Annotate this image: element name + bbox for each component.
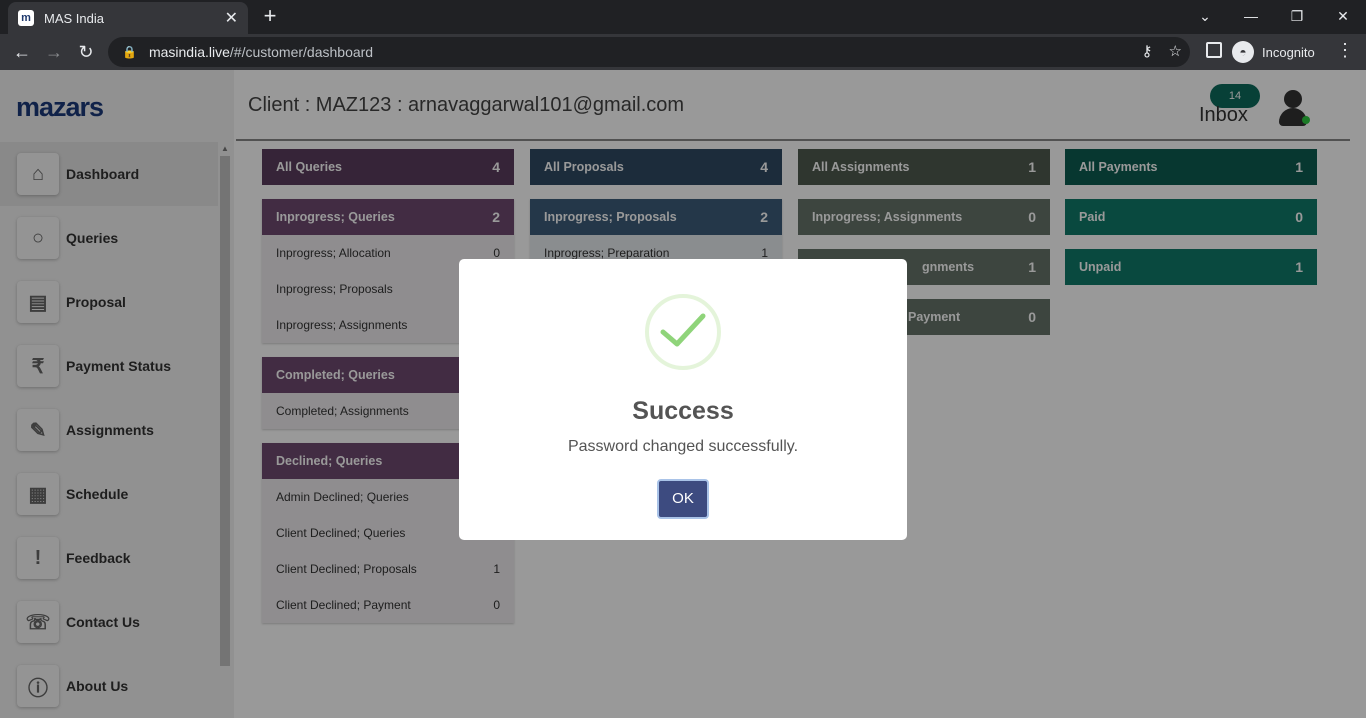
url-host: masindia.live bbox=[148, 44, 230, 60]
key-icon[interactable]: ⚷ bbox=[1142, 42, 1153, 60]
url-path: /#/customer/dashboard bbox=[229, 44, 374, 60]
minimize-icon[interactable]: — bbox=[1236, 4, 1266, 28]
dialog-message: Password changed successfully. bbox=[567, 438, 799, 455]
browser-tab[interactable]: m MAS India ✕ bbox=[8, 2, 248, 34]
dialog-title: Success bbox=[632, 397, 734, 425]
close-window-icon[interactable]: ✕ bbox=[1328, 4, 1358, 28]
close-tab-icon[interactable]: ✕ bbox=[225, 8, 238, 28]
browser-toolbar: ← → ↻ 🔒 masindia.live /#/customer/dashbo… bbox=[0, 34, 1366, 70]
success-check-icon bbox=[645, 294, 721, 370]
incognito-indicator[interactable]: ◓ Incognito bbox=[1232, 40, 1315, 64]
browser-tab-bar: m MAS India ✕ + ⌄ — ❐ ✕ bbox=[0, 0, 1366, 34]
favicon-icon: m bbox=[18, 10, 34, 26]
bookmark-star-icon[interactable]: ☆ bbox=[1169, 42, 1182, 60]
tab-search-icon[interactable]: ⌄ bbox=[1190, 4, 1220, 28]
ok-button[interactable]: OK bbox=[657, 479, 709, 519]
lock-icon[interactable]: 🔒 bbox=[122, 45, 137, 59]
browser-menu-icon[interactable]: ⋮ bbox=[1336, 40, 1354, 61]
side-panel-icon[interactable] bbox=[1206, 42, 1222, 58]
back-icon[interactable]: ← bbox=[10, 40, 34, 64]
incognito-label: Incognito bbox=[1262, 44, 1315, 60]
address-bar[interactable]: 🔒 masindia.live /#/customer/dashboard ⚷ … bbox=[108, 37, 1190, 67]
incognito-icon: ◓ bbox=[1232, 41, 1254, 63]
restore-icon[interactable]: ❐ bbox=[1282, 4, 1312, 28]
tab-title: MAS India bbox=[44, 10, 104, 26]
forward-icon[interactable]: → bbox=[42, 40, 66, 64]
reload-icon[interactable]: ↻ bbox=[74, 40, 98, 64]
new-tab-icon[interactable]: + bbox=[258, 4, 282, 28]
success-dialog: Success Password changed successfully. O… bbox=[459, 259, 907, 540]
